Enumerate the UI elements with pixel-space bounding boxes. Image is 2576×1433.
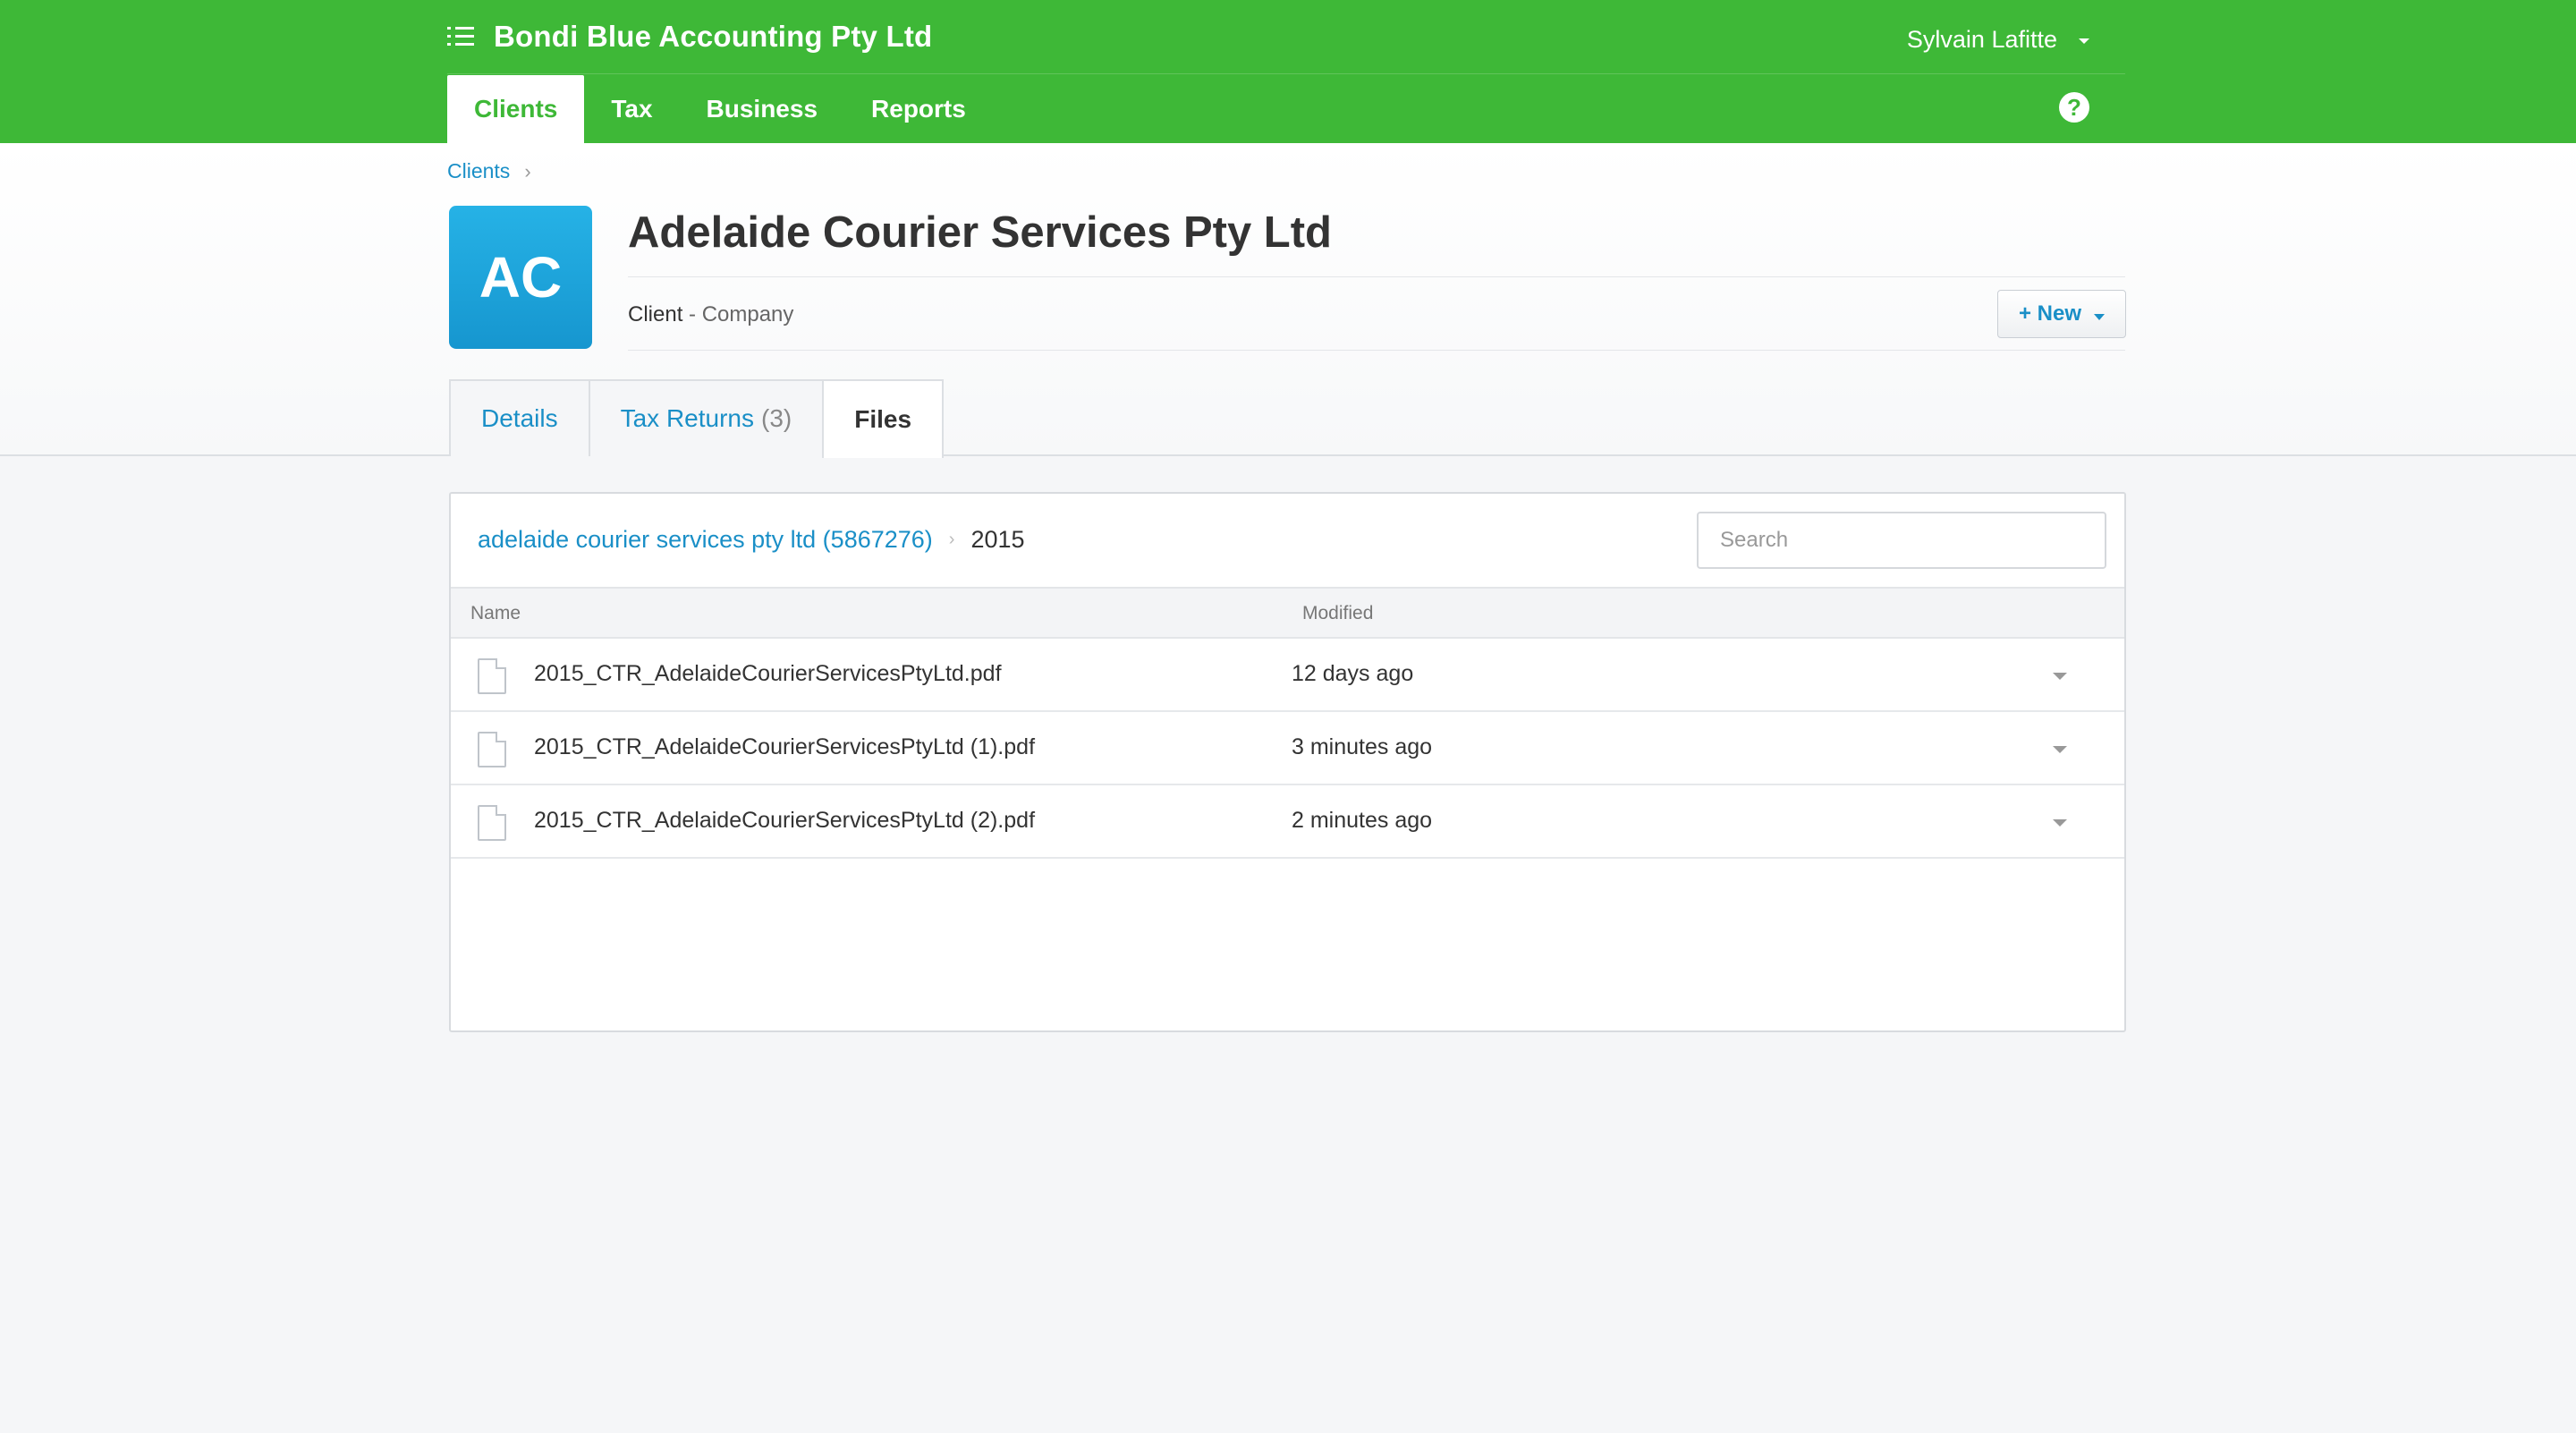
top-bar-inner: Bondi Blue Accounting Pty Ltd Sylvain La… (447, 0, 2125, 143)
folder-path: adelaide courier services pty ltd (58672… (478, 526, 1025, 554)
tab-files-label: Files (854, 405, 912, 433)
new-button-label: + New (2018, 301, 2082, 326)
nav-reports[interactable]: Reports (844, 75, 993, 143)
client-tabs: Details Tax Returns (3) Files (449, 379, 945, 458)
files-panel-header: adelaide courier services pty ltd (58672… (451, 494, 2124, 589)
client-header: Clients › AC Adelaide Courier Services P… (0, 143, 2576, 458)
client-type: Client - Company (628, 302, 793, 327)
file-icon (478, 805, 506, 841)
nav-tax[interactable]: Tax (584, 75, 679, 143)
user-menu[interactable]: Sylvain Lafitte (1907, 23, 2089, 55)
file-modified: 12 days ago (1292, 661, 1414, 686)
file-icon (478, 732, 506, 767)
list-icon (447, 24, 474, 49)
tab-tax-returns-count: (3) (761, 404, 792, 432)
file-name[interactable]: 2015_CTR_AdelaideCourierServicesPtyLtd (… (534, 734, 1035, 760)
top-bar-divider (447, 73, 2125, 74)
breadcrumb-separator-icon: › (524, 159, 531, 182)
table-row[interactable]: 2015_CTR_AdelaideCourierServicesPtyLtd (… (451, 785, 2124, 859)
tab-tax-returns-label: Tax Returns (620, 404, 754, 432)
organization-name[interactable]: Bondi Blue Accounting Pty Ltd (494, 20, 932, 54)
table-row[interactable]: 2015_CTR_AdelaideCourierServicesPtyLtd.p… (451, 639, 2124, 712)
files-panel: adelaide courier services pty ltd (58672… (449, 492, 2126, 1032)
client-entity-type: - Company (682, 302, 794, 326)
nav-business[interactable]: Business (680, 75, 845, 143)
search-input[interactable] (1697, 512, 2106, 569)
file-icon (478, 658, 506, 694)
chevron-down-icon[interactable] (2053, 819, 2067, 827)
breadcrumb[interactable]: Clients › (447, 159, 531, 183)
divider (628, 276, 2125, 277)
tab-tax-returns[interactable]: Tax Returns (3) (588, 379, 825, 456)
new-button[interactable]: + New (1997, 290, 2126, 338)
chevron-down-icon (2094, 313, 2106, 320)
client-avatar: AC (449, 206, 592, 349)
user-name[interactable]: Sylvain Lafitte (1907, 26, 2057, 54)
chevron-down-icon[interactable] (2053, 673, 2067, 680)
chevron-down-icon (2079, 38, 2089, 44)
main-nav: Clients Tax Business Reports (447, 75, 993, 143)
tab-details-label: Details (481, 404, 558, 432)
divider (628, 350, 2125, 351)
top-bar: Bondi Blue Accounting Pty Ltd Sylvain La… (0, 0, 2576, 143)
folder-current: 2015 (970, 526, 1025, 553)
table-row[interactable]: 2015_CTR_AdelaideCourierServicesPtyLtd (… (451, 712, 2124, 785)
table-header: Name Modified (451, 589, 2124, 639)
file-modified: 2 minutes ago (1292, 808, 1433, 833)
tab-details[interactable]: Details (449, 379, 590, 456)
breadcrumb-clients[interactable]: Clients (447, 159, 510, 183)
folder-root-link[interactable]: adelaide courier services pty ltd (58672… (478, 526, 933, 554)
column-modified[interactable]: Modified (1302, 603, 1373, 624)
file-modified: 3 minutes ago (1292, 734, 1433, 759)
help-icon[interactable]: ? (2059, 92, 2089, 123)
chevron-down-icon[interactable] (2053, 746, 2067, 753)
column-name[interactable]: Name (470, 603, 521, 624)
organization-switcher[interactable]: Bondi Blue Accounting Pty Ltd (447, 18, 932, 55)
tab-files[interactable]: Files (822, 379, 945, 458)
file-name[interactable]: 2015_CTR_AdelaideCourierServicesPtyLtd (… (534, 808, 1035, 834)
nav-clients[interactable]: Clients (447, 75, 585, 143)
chevron-right-icon: › (948, 530, 955, 549)
client-role: Client (628, 302, 683, 326)
page-title: Adelaide Courier Services Pty Ltd (628, 208, 1332, 257)
file-name[interactable]: 2015_CTR_AdelaideCourierServicesPtyLtd.p… (534, 661, 1002, 687)
